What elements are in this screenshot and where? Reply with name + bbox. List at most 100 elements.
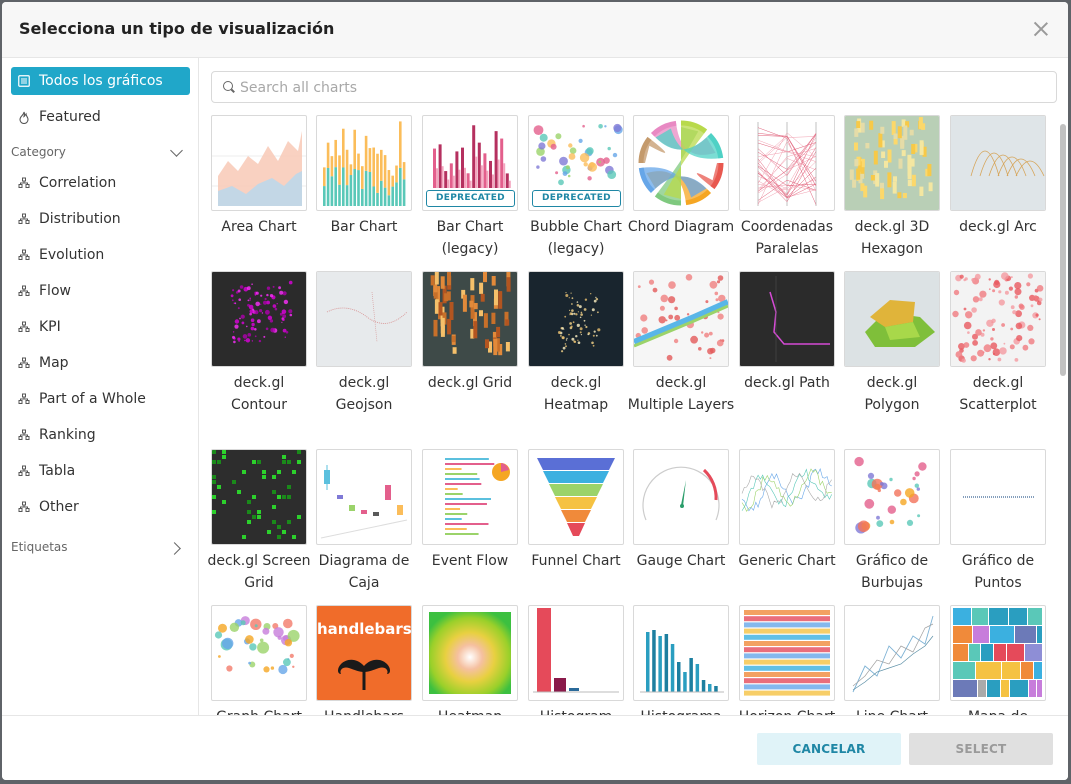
chart-thumbnail <box>633 605 729 701</box>
chart-thumbnail <box>844 115 940 211</box>
category-icon <box>18 177 30 189</box>
chart-thumbnail <box>528 449 624 545</box>
chart-type-label: Chord Diagram <box>627 219 735 235</box>
tags-section-label[interactable]: Etiquetas <box>11 540 68 554</box>
chart-thumbnail <box>950 449 1046 545</box>
chart-type-label: deck.gl Geojson <box>335 375 393 413</box>
chart-thumbnail <box>211 271 307 367</box>
category-icon <box>18 465 30 477</box>
sidebar-item-label: Flow <box>39 283 71 299</box>
chevron-down-icon[interactable] <box>170 144 183 157</box>
chart-thumbnail: DEPRECATED <box>528 115 624 211</box>
deprecated-badge: DEPRECATED <box>426 190 515 207</box>
search-input[interactable] <box>238 72 1042 104</box>
sidebar-item-label: Map <box>39 355 69 371</box>
chart-type-label: Gráfico de Burbujas <box>855 553 929 591</box>
chart-thumbnail <box>739 115 835 211</box>
search-box[interactable] <box>211 71 1057 104</box>
chart-type-label: Bubble Chart (legacy) <box>530 219 622 257</box>
sidebar-item-featured[interactable]: Featured <box>11 103 190 131</box>
close-icon[interactable] <box>1030 18 1052 40</box>
handlebars-logo-text: handlebars <box>317 620 412 638</box>
chart-thumbnail <box>528 605 624 701</box>
chart-type-label: deck.gl Arc <box>959 219 1037 235</box>
chart-thumbnail <box>844 449 940 545</box>
chart-thumbnail <box>950 271 1046 367</box>
chart-type-label: Bar Chart (legacy) <box>436 219 504 257</box>
chart-type-label: deck.gl Scatterplot <box>959 375 1037 413</box>
sidebar-item-category[interactable]: Map <box>11 349 190 377</box>
cancel-button[interactable]: CANCELAR <box>757 733 901 765</box>
sidebar-item-label: Tabla <box>39 463 76 479</box>
sidebar-item-label: Part of a Whole <box>39 391 146 407</box>
chart-type-label: Coordenadas Paralelas <box>740 219 834 257</box>
sidebar-item-label: Evolution <box>39 247 105 263</box>
sidebar-item-category[interactable]: KPI <box>11 313 190 341</box>
chart-type-label: Funnel Chart <box>531 553 621 569</box>
sidebar-item-category[interactable]: Tabla <box>11 457 190 485</box>
fire-icon <box>18 111 30 124</box>
chart-thumbnail <box>422 449 518 545</box>
chart-thumbnail <box>739 271 835 367</box>
chart-grid: Area Chart Bar Chart DEPRECATED Bar Chart (… <box>199 114 1057 716</box>
chart-type-label: Event Flow <box>431 553 509 569</box>
modal-footer: CANCELAR SELECT <box>2 715 1068 780</box>
sidebar-item-category[interactable]: Correlation <box>11 169 190 197</box>
sidebar-item-category[interactable]: Other <box>11 493 190 521</box>
sidebar-item-label: Distribution <box>39 211 121 227</box>
sidebar-item-label: Correlation <box>39 175 117 191</box>
sidebar-item-all-charts[interactable]: Todos los gráficos <box>11 67 190 95</box>
chart-type-label: Gráfico de Puntos <box>961 553 1035 591</box>
chart-thumbnail <box>633 449 729 545</box>
chart-thumbnail: handlebars <box>316 605 412 701</box>
sidebar: Todos los gráficos Featured Category Cor… <box>2 58 199 716</box>
chart-type-label: deck.gl 3D Hexagon <box>854 219 930 257</box>
chart-type-label: deck.gl Multiple Layers <box>627 375 735 413</box>
sidebar-item-category[interactable]: Distribution <box>11 205 190 233</box>
chart-thumbnail <box>422 271 518 367</box>
chart-type-label: deck.gl Path <box>744 375 830 391</box>
chart-thumbnail <box>422 605 518 701</box>
chart-type-label: deck.gl Heatmap <box>543 375 609 413</box>
modal-header: Selecciona un tipo de visualización <box>2 2 1068 58</box>
chart-thumbnail <box>633 115 729 211</box>
search-icon <box>223 81 233 91</box>
sidebar-item-category[interactable]: Part of a Whole <box>11 385 190 413</box>
chart-thumbnail <box>739 605 835 701</box>
chart-type-label: deck.gl Grid <box>427 375 513 391</box>
chart-thumbnail <box>316 449 412 545</box>
chart-thumbnail <box>950 605 1046 701</box>
sidebar-item-category[interactable]: Flow <box>11 277 190 305</box>
chart-type-label: Generic Chart <box>738 553 836 569</box>
chart-type-label: Area Chart <box>221 219 297 235</box>
category-section-label[interactable]: Category <box>11 145 66 159</box>
sidebar-item-label: Featured <box>39 109 101 125</box>
scrollbar[interactable] <box>1059 116 1067 714</box>
sidebar-item-category[interactable]: Ranking <box>11 421 190 449</box>
scrollbar-thumb[interactable] <box>1060 124 1066 376</box>
chart-type-modal: Selecciona un tipo de visualización Todo… <box>2 2 1068 780</box>
chart-thumbnail <box>316 271 412 367</box>
chart-type-label: deck.gl Contour <box>231 375 287 413</box>
chart-type-label: Diagrama de Caja <box>318 553 410 591</box>
chart-type-label: deck.gl Screen Grid <box>207 553 311 591</box>
chart-thumbnail <box>211 449 307 545</box>
chevron-right-icon[interactable] <box>168 542 181 555</box>
chart-thumbnail <box>844 605 940 701</box>
chart-type-label: deck.gl Polygon <box>864 375 920 413</box>
chart-thumbnail <box>950 115 1046 211</box>
deprecated-badge: DEPRECATED <box>532 190 621 207</box>
chart-thumbnail <box>739 449 835 545</box>
category-icon <box>18 249 30 261</box>
chart-thumbnail: DEPRECATED <box>422 115 518 211</box>
chart-thumbnail <box>633 271 729 367</box>
sidebar-item-label: Ranking <box>39 427 96 443</box>
sidebar-item-label: Other <box>39 499 79 515</box>
list-icon <box>18 75 30 87</box>
chart-thumbnail <box>211 605 307 701</box>
category-icon <box>18 321 30 333</box>
sidebar-item-category[interactable]: Evolution <box>11 241 190 269</box>
select-button[interactable]: SELECT <box>909 733 1053 765</box>
category-icon <box>18 393 30 405</box>
chart-type-label: Bar Chart <box>330 219 398 235</box>
